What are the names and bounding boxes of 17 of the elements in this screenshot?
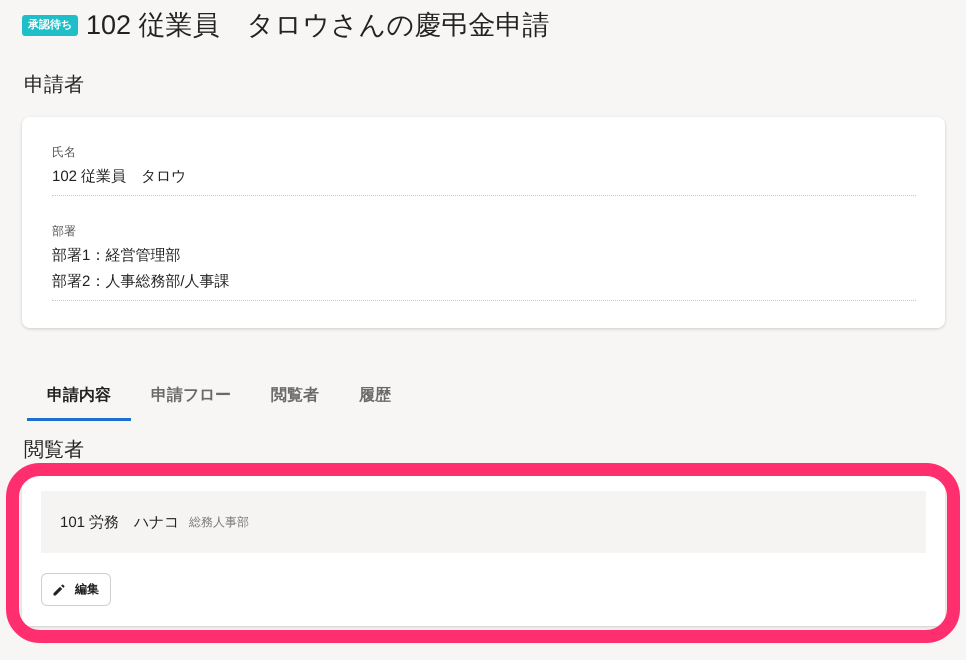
edit-button[interactable]: 編集 xyxy=(41,573,111,606)
status-badge: 承認待ち xyxy=(22,14,78,36)
tab[interactable]: 申請フロー xyxy=(131,378,251,421)
field-value: 部署2：人事総務部/人事課 xyxy=(52,272,231,292)
tab[interactable]: 閲覧者 xyxy=(251,378,339,421)
section-heading: 閲覧者 xyxy=(24,438,84,463)
field-label: 部署 xyxy=(52,223,77,239)
field-value: 102 従業員 タロウ xyxy=(52,167,188,187)
field-value: 部署1：経営管理部 xyxy=(52,246,182,266)
tab[interactable]: 申請内容 xyxy=(27,378,131,421)
pencil-icon xyxy=(53,584,65,596)
page-title: 102 従業員 タロウさんの慶弔金申請 xyxy=(86,9,550,42)
viewer-name: 101 労務 ハナコ xyxy=(60,512,180,532)
tab[interactable]: 履歴 xyxy=(339,378,411,421)
section-heading: 申請者 xyxy=(24,73,84,98)
field-label: 氏名 xyxy=(52,144,77,160)
viewer-department: 総務人事部 xyxy=(189,514,250,530)
